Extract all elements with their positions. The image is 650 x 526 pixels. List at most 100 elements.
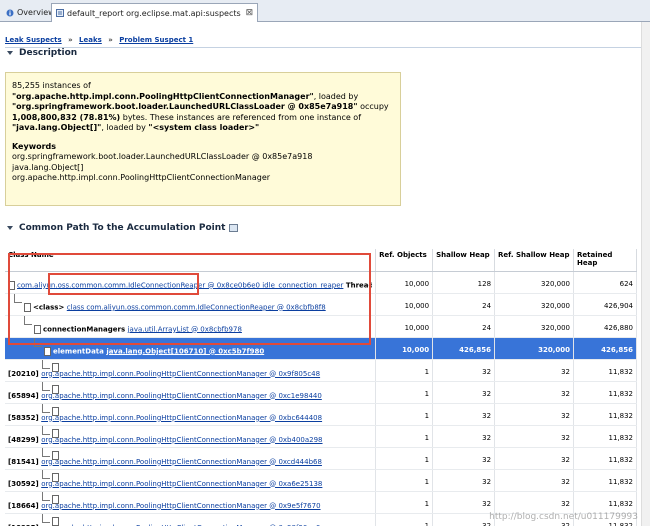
shallow-cell: 32 bbox=[432, 425, 496, 448]
ref-shallow-cell: 32 bbox=[494, 359, 574, 382]
class-name-cell: [58352] org.apache.http.impl.conn.Poolin… bbox=[5, 403, 377, 426]
ref-cell: 10,000 bbox=[375, 315, 434, 338]
tree-connector bbox=[42, 491, 50, 501]
object-link[interactable]: org.apache.http.impl.conn.PoolingHttpCli… bbox=[41, 458, 322, 466]
tab-default-report[interactable]: default_report org.eclipse.mat.api:suspe… bbox=[51, 3, 259, 22]
ref-shallow-cell: 320,000 bbox=[494, 315, 574, 338]
tree-node: [48299] org.apache.http.impl.conn.Poolin… bbox=[8, 425, 372, 447]
table-row[interactable]: [81541] org.apache.http.impl.conn.Poolin… bbox=[5, 447, 637, 470]
common-path-section-toggle[interactable]: Common Path To the Accumulation Point bbox=[7, 223, 239, 233]
watermark: http://blog.csdn.net/u011179993 bbox=[489, 512, 638, 522]
breadcrumb-leak-suspects[interactable]: Leak Suspects bbox=[5, 36, 62, 44]
tab-overview-label: Overview bbox=[17, 8, 55, 17]
retained-cell: 11,832 bbox=[573, 381, 637, 404]
retained-cell: 11,832 bbox=[573, 491, 637, 514]
retained-cell: 426,856 bbox=[573, 337, 637, 360]
collapse-triangle-icon[interactable] bbox=[7, 226, 13, 230]
ref-shallow-cell: 32 bbox=[494, 447, 574, 470]
description-heading: Description bbox=[19, 48, 78, 58]
field-name: [58352] bbox=[8, 413, 42, 422]
ref-shallow-cell: 320,000 bbox=[494, 293, 574, 316]
class-name-cell: [20210] org.apache.http.impl.conn.Poolin… bbox=[5, 359, 377, 382]
ref-cell: 1 bbox=[375, 359, 434, 382]
object-link[interactable]: org.apache.http.impl.conn.PoolingHttpCli… bbox=[41, 392, 322, 400]
retained-cell: 11,832 bbox=[573, 359, 637, 382]
col-ref-objects[interactable]: Ref. Objects bbox=[375, 249, 434, 272]
tree-node: [10995] org.apache.http.impl.conn.Poolin… bbox=[8, 513, 372, 526]
class-name-cell: [18664] org.apache.http.impl.conn.Poolin… bbox=[5, 491, 377, 514]
field-name: [65894] bbox=[8, 391, 42, 400]
description-section-toggle[interactable]: Description bbox=[7, 48, 77, 58]
shallow-cell: 32 bbox=[432, 447, 496, 470]
info-icon bbox=[6, 9, 14, 17]
highlight-box bbox=[8, 253, 371, 345]
keyword-item: java.lang.Object[] bbox=[12, 162, 84, 172]
suspect-bytes: 1,008,800,832 (78.81%) bbox=[12, 112, 121, 122]
class-name-cell: [65894] org.apache.http.impl.conn.Poolin… bbox=[5, 381, 377, 404]
vertical-scrollbar[interactable] bbox=[641, 22, 650, 526]
keywords-title: Keywords bbox=[12, 141, 57, 151]
table-row[interactable]: [18664] org.apache.http.impl.conn.Poolin… bbox=[5, 491, 637, 514]
shallow-cell: 32 bbox=[432, 381, 496, 404]
collapse-triangle-icon[interactable] bbox=[7, 51, 13, 55]
tab-default-report-label: default_report org.eclipse.mat.api:suspe… bbox=[67, 8, 241, 18]
col-shallow-heap[interactable]: Shallow Heap bbox=[432, 249, 496, 272]
field-name: [20210] bbox=[8, 369, 42, 378]
object-link[interactable]: java.lang.Object[106710] @ 0xc5b7f980 bbox=[106, 347, 264, 355]
object-link[interactable]: org.apache.http.impl.conn.PoolingHttpCli… bbox=[41, 436, 322, 444]
table-row[interactable]: [58352] org.apache.http.impl.conn.Poolin… bbox=[5, 403, 637, 426]
table-row[interactable]: [30592] org.apache.http.impl.conn.Poolin… bbox=[5, 469, 637, 492]
field-name: [18664] bbox=[8, 501, 42, 510]
highlight-box-inner bbox=[48, 273, 199, 295]
tree-connector bbox=[42, 381, 50, 391]
table-row[interactable]: [48299] org.apache.http.impl.conn.Poolin… bbox=[5, 425, 637, 448]
retained-cell: 426,880 bbox=[573, 315, 637, 338]
field-name: [81541] bbox=[8, 457, 42, 466]
tree-node: [81541] org.apache.http.impl.conn.Poolin… bbox=[8, 447, 372, 469]
retained-cell: 426,904 bbox=[573, 293, 637, 316]
col-ref-shallow-heap[interactable]: Ref. Shallow Heap bbox=[494, 249, 574, 272]
ref-shallow-cell: 32 bbox=[494, 403, 574, 426]
ref-cell: 1 bbox=[375, 381, 434, 404]
common-path-heading: Common Path To the Accumulation Point bbox=[19, 223, 226, 233]
suspect-loader: "org.springframework.boot.loader.Launche… bbox=[12, 102, 358, 111]
ref-cell: 1 bbox=[375, 491, 434, 514]
object-link[interactable]: org.apache.http.impl.conn.PoolingHttpCli… bbox=[41, 370, 320, 378]
tree-node: [65894] org.apache.http.impl.conn.Poolin… bbox=[8, 381, 372, 403]
ref-cell: 1 bbox=[375, 425, 434, 448]
ref-shallow-cell: 320,000 bbox=[494, 337, 574, 360]
ref-class: "java.lang.Object[]" bbox=[12, 123, 102, 132]
shallow-cell: 32 bbox=[432, 469, 496, 492]
close-icon[interactable]: ⊠ bbox=[246, 8, 254, 18]
tree-connector bbox=[42, 469, 50, 479]
ref-shallow-cell: 32 bbox=[494, 381, 574, 404]
object-link[interactable]: org.apache.http.impl.conn.PoolingHttpCli… bbox=[41, 414, 322, 422]
retained-cell: 11,832 bbox=[573, 447, 637, 470]
shallow-cell: 426,856 bbox=[432, 337, 496, 360]
breadcrumb-leaks[interactable]: Leaks bbox=[79, 36, 102, 44]
field-name: [48299] bbox=[8, 435, 42, 444]
table-row[interactable]: [65894] org.apache.http.impl.conn.Poolin… bbox=[5, 381, 637, 404]
object-link[interactable]: org.apache.http.impl.conn.PoolingHttpCli… bbox=[41, 502, 320, 510]
system-loader: "<system class loader>" bbox=[148, 123, 260, 132]
breadcrumb-separator: » bbox=[68, 36, 73, 44]
col-retained-heap[interactable]: Retained Heap bbox=[573, 249, 637, 272]
field-name: elementData bbox=[53, 347, 107, 355]
class-name-cell: [10995] org.apache.http.impl.conn.Poolin… bbox=[5, 513, 377, 526]
tree-connector bbox=[42, 425, 50, 435]
retained-cell: 11,832 bbox=[573, 425, 637, 448]
breadcrumb-problem-suspect[interactable]: Problem Suspect 1 bbox=[119, 36, 193, 44]
tree-connector bbox=[42, 403, 50, 413]
shallow-cell: 24 bbox=[432, 293, 496, 316]
ref-cell: 1 bbox=[375, 403, 434, 426]
tree-connector bbox=[42, 359, 50, 369]
keyword-item: org.springframework.boot.loader.Launched… bbox=[12, 152, 313, 161]
report-icon bbox=[56, 9, 64, 17]
tree-view-icon[interactable] bbox=[229, 224, 239, 232]
object-link[interactable]: org.apache.http.impl.conn.PoolingHttpCli… bbox=[41, 480, 322, 488]
table-row[interactable]: [20210] org.apache.http.impl.conn.Poolin… bbox=[5, 359, 637, 382]
retained-cell: 11,832 bbox=[573, 403, 637, 426]
shallow-cell: 32 bbox=[432, 403, 496, 426]
object-icon bbox=[44, 346, 51, 356]
ref-shallow-cell: 32 bbox=[494, 425, 574, 448]
